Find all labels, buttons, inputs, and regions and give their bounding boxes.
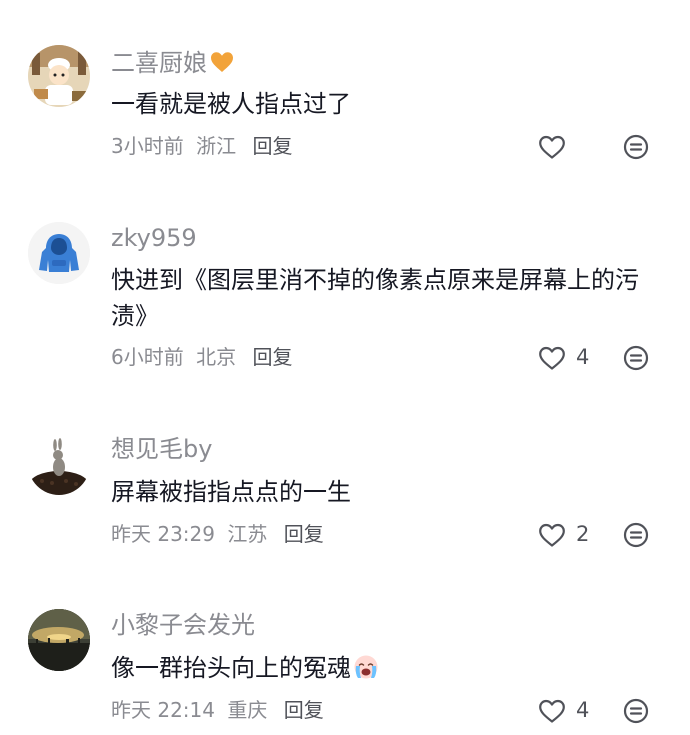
avatar[interactable] [28, 433, 90, 495]
comment-location: 北京 [196, 345, 237, 369]
reply-button[interactable]: 回复 [284, 698, 324, 722]
comment-location: 江苏 [227, 522, 268, 546]
reply-button[interactable]: 回复 [284, 522, 324, 546]
comment-time: 3小时前 [111, 134, 184, 158]
like-heart-icon[interactable] [538, 345, 566, 371]
comment-text-body: 像一群抬头向上的冤魂 [111, 654, 351, 682]
dislike-icon[interactable] [623, 345, 649, 371]
dislike-icon[interactable] [623, 134, 649, 160]
like-heart-icon[interactable] [538, 522, 566, 548]
comment-meta: 6小时前 北京 回复 [111, 347, 292, 367]
username[interactable]: 二喜厨娘 [111, 49, 235, 75]
username[interactable]: 小黎子会发光 [111, 613, 255, 637]
comment-meta: 昨天 22:14 重庆 回复 [111, 700, 324, 720]
comment-text: 快进到《图层里消不掉的像素点原来是屏幕上的污渍》 [111, 266, 639, 330]
comment-time: 昨天 22:14 [111, 698, 215, 722]
like-count: 2 [576, 522, 590, 546]
like-heart-icon[interactable] [538, 698, 566, 724]
comment-text: 一看就是被人指点过了 [111, 90, 351, 118]
comment-meta: 昨天 23:29 江苏 回复 [111, 524, 324, 544]
reply-button[interactable]: 回复 [252, 134, 292, 158]
dislike-icon[interactable] [623, 698, 649, 724]
comment-meta: 3小时前 浙江 回复 [111, 136, 292, 156]
avatar[interactable] [28, 222, 90, 284]
crying-face-icon [353, 654, 379, 680]
like-heart-icon[interactable] [538, 134, 566, 160]
reply-button[interactable]: 回复 [252, 345, 292, 369]
dislike-icon[interactable] [623, 522, 649, 548]
orange-heart-icon [209, 49, 235, 75]
avatar[interactable] [28, 45, 90, 107]
comment-location: 重庆 [227, 698, 268, 722]
username-text: 二喜厨娘 [111, 49, 207, 77]
like-count: 4 [576, 345, 590, 369]
comment-time: 6小时前 [111, 345, 184, 369]
comment-text: 像一群抬头向上的冤魂 [111, 650, 656, 686]
like-count: 4 [576, 698, 590, 722]
username[interactable]: zky959 [111, 226, 197, 250]
username[interactable]: 想见毛by [111, 437, 212, 461]
comment-list: 二喜厨娘 一看就是被人指点过了 3小时前 浙江 回复 zky959 快进到《图层… [0, 0, 690, 735]
comment-location: 浙江 [196, 134, 237, 158]
comment-text: 屏幕被指指点点的一生 [111, 478, 351, 506]
comment-time: 昨天 23:29 [111, 522, 215, 546]
avatar[interactable] [28, 609, 90, 671]
